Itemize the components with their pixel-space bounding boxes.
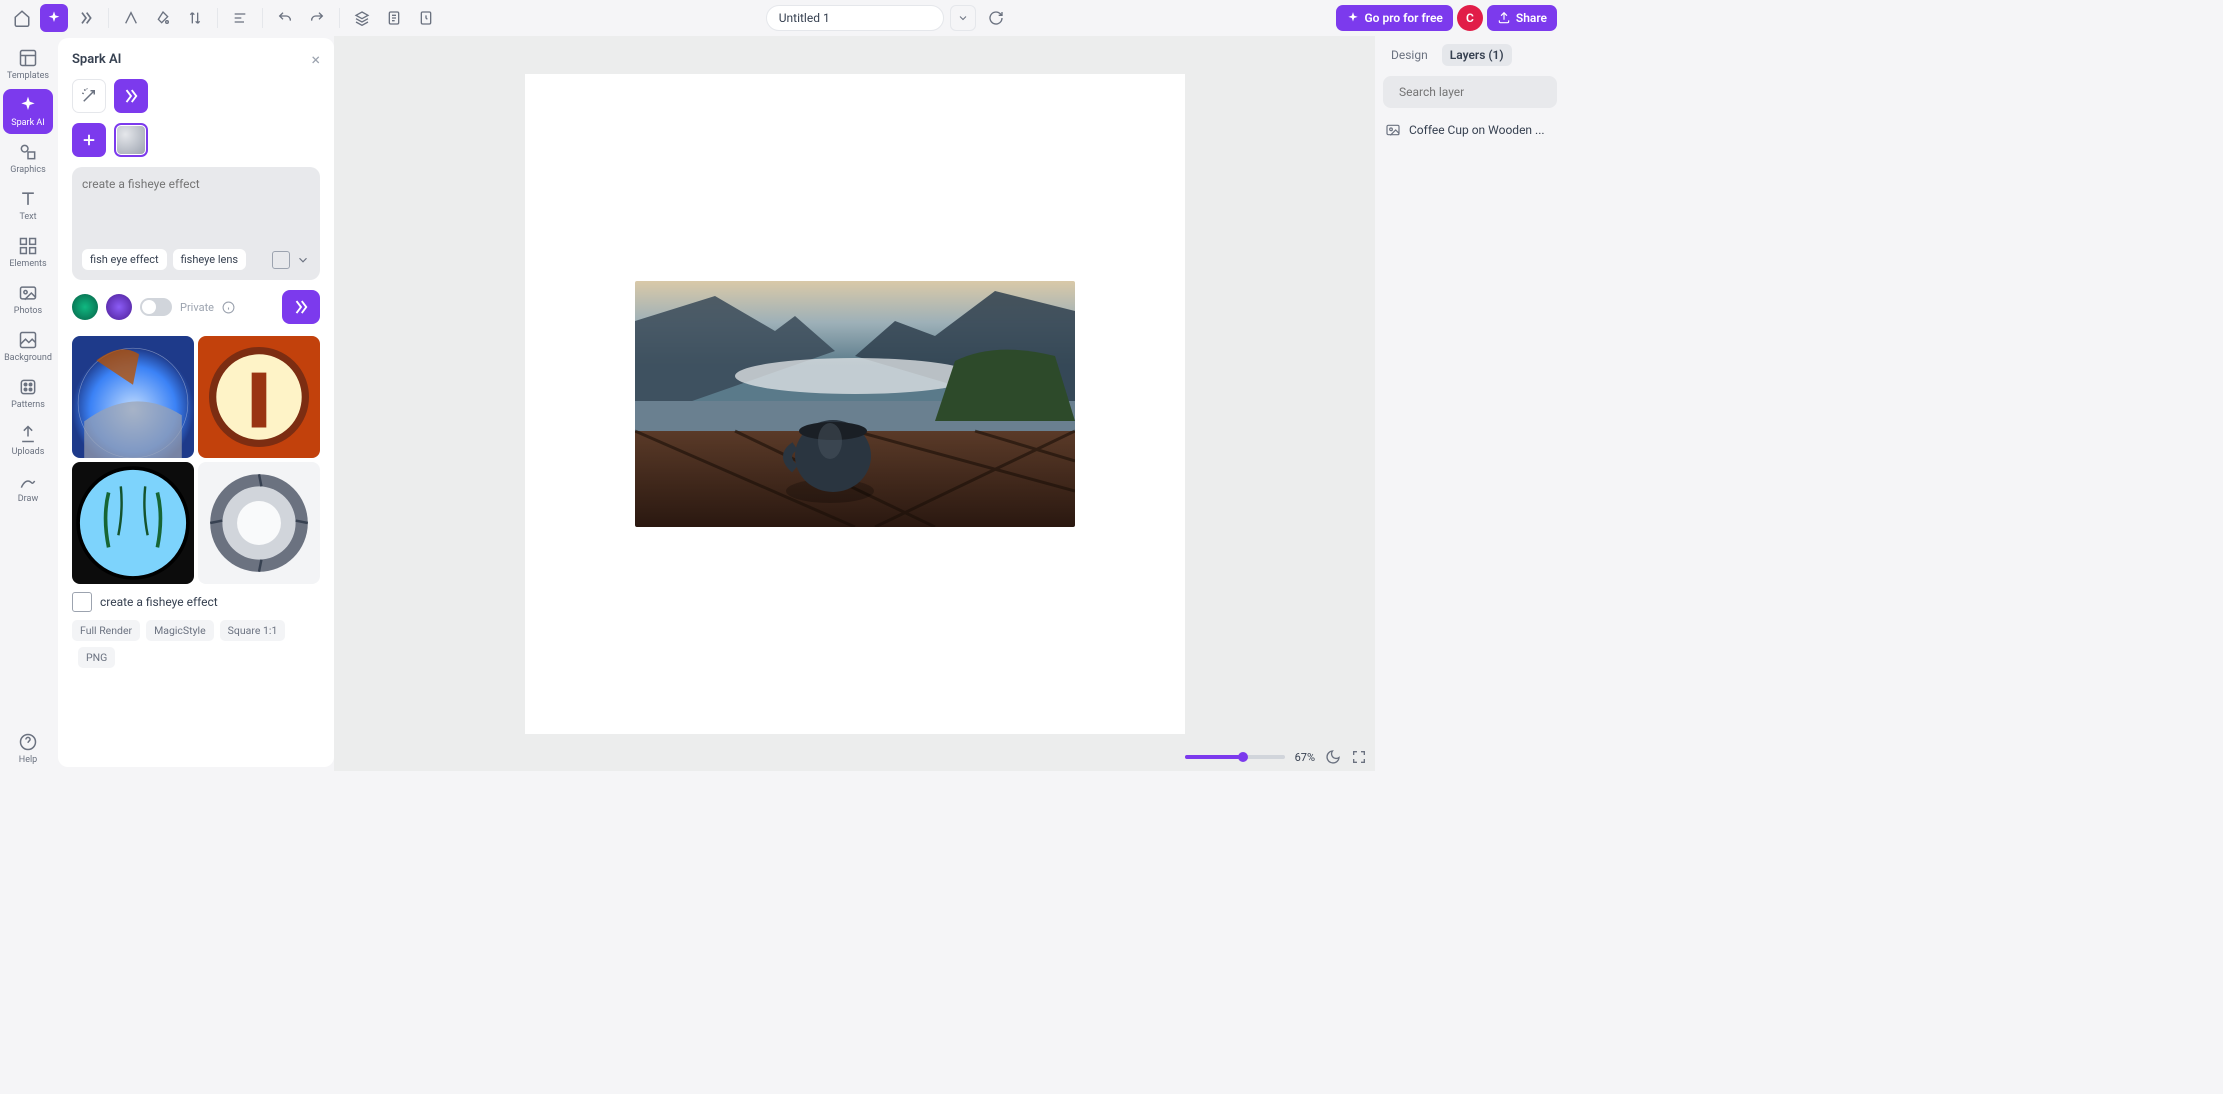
spark-panel: Spark AI × fish eye effect fisheye lens xyxy=(58,38,334,767)
result-tag[interactable]: PNG xyxy=(78,647,115,668)
forward-icon[interactable] xyxy=(72,4,100,32)
image-icon xyxy=(1385,122,1401,138)
divider xyxy=(339,8,340,28)
share-button[interactable]: Share xyxy=(1487,5,1557,31)
dark-mode-icon[interactable] xyxy=(1325,749,1341,765)
history-icon[interactable] xyxy=(412,4,440,32)
prompt-input[interactable] xyxy=(82,177,310,237)
document-title-input[interactable] xyxy=(766,5,944,31)
style-avatar-1[interactable] xyxy=(72,294,98,320)
result-thumbnail[interactable] xyxy=(198,336,320,458)
title-dropdown[interactable] xyxy=(950,5,976,31)
divider xyxy=(108,8,109,28)
layer-name: Coffee Cup on Wooden ... xyxy=(1409,123,1545,137)
chevron-down-icon[interactable] xyxy=(296,253,310,267)
private-toggle[interactable] xyxy=(140,298,172,316)
layer-search-input[interactable] xyxy=(1399,85,1555,99)
nav-text[interactable]: Text xyxy=(3,183,53,228)
go-pro-button[interactable]: Go pro for free xyxy=(1336,5,1453,31)
sync-icon[interactable] xyxy=(982,4,1010,32)
result-tag[interactable]: MagicStyle xyxy=(146,620,214,641)
tab-layers[interactable]: Layers (1) xyxy=(1442,44,1512,66)
nav-graphics[interactable]: Graphics xyxy=(3,136,53,181)
zoom-slider[interactable] xyxy=(1185,755,1285,759)
panel-title: Spark AI xyxy=(72,52,121,67)
result-tag[interactable]: Square 1:1 xyxy=(220,620,286,641)
document-title-wrap xyxy=(766,4,1010,32)
right-panel: Design Layers (1) Coffee Cup on Wooden .… xyxy=(1375,36,1565,771)
left-nav: Templates Spark AI Graphics Text Element… xyxy=(0,36,56,771)
result-tag[interactable]: Full Render xyxy=(72,620,140,641)
nav-elements[interactable]: Elements xyxy=(3,230,53,275)
reference-thumbnail[interactable] xyxy=(114,123,148,157)
suggestion-chip[interactable]: fisheye lens xyxy=(173,249,247,270)
nav-help[interactable]: Help xyxy=(3,726,53,771)
nav-draw[interactable]: Draw xyxy=(3,465,53,510)
magic-wand-button[interactable] xyxy=(72,79,106,113)
zoom-value: 67% xyxy=(1295,751,1315,764)
home-button[interactable] xyxy=(8,4,36,32)
canvas-page[interactable] xyxy=(525,74,1185,734)
go-pro-label: Go pro for free xyxy=(1365,11,1443,25)
user-avatar[interactable]: C xyxy=(1457,5,1483,31)
tag-row: Full Render MagicStyle Square 1:1 PNG xyxy=(72,620,320,668)
results-grid xyxy=(72,336,320,584)
vector-tool-icon[interactable] xyxy=(117,4,145,32)
result-caption: create a fisheye effect xyxy=(100,595,218,609)
result-thumbnail[interactable] xyxy=(72,462,194,584)
share-label: Share xyxy=(1516,11,1547,25)
aspect-ratio-button[interactable] xyxy=(272,251,290,269)
spark-toolbar-icon[interactable] xyxy=(40,4,68,32)
result-thumbnail[interactable] xyxy=(198,462,320,584)
nav-templates[interactable]: Templates xyxy=(3,42,53,87)
align-icon[interactable] xyxy=(226,4,254,32)
divider xyxy=(217,8,218,28)
generate-button[interactable] xyxy=(282,290,320,324)
undo-button[interactable] xyxy=(271,4,299,32)
tab-design[interactable]: Design xyxy=(1383,44,1436,66)
redo-button[interactable] xyxy=(303,4,331,32)
nav-uploads[interactable]: Uploads xyxy=(3,418,53,463)
nav-background[interactable]: Background xyxy=(3,324,53,369)
layer-item[interactable]: Coffee Cup on Wooden ... xyxy=(1383,118,1557,142)
divider xyxy=(262,8,263,28)
canvas-image[interactable] xyxy=(635,281,1075,527)
nav-photos[interactable]: Photos xyxy=(3,277,53,322)
suggestion-chip[interactable]: fish eye effect xyxy=(82,249,167,270)
main-area: Templates Spark AI Graphics Text Element… xyxy=(0,36,1565,771)
add-reference-button[interactable] xyxy=(72,123,106,157)
fullscreen-icon[interactable] xyxy=(1351,749,1367,765)
copy-prompt-icon[interactable] xyxy=(72,592,92,612)
canvas-area[interactable]: 67% xyxy=(334,36,1375,771)
top-toolbar: Go pro for free C Share xyxy=(0,0,1565,36)
prompt-box: fish eye effect fisheye lens xyxy=(72,167,320,280)
layers-icon[interactable] xyxy=(348,4,376,32)
nav-patterns[interactable]: Patterns xyxy=(3,371,53,416)
sort-icon[interactable] xyxy=(181,4,209,32)
zoom-controls: 67% xyxy=(1185,749,1367,765)
info-icon[interactable] xyxy=(222,301,235,314)
layer-search[interactable] xyxy=(1383,76,1557,108)
result-thumbnail[interactable] xyxy=(72,336,194,458)
private-label: Private xyxy=(180,301,214,314)
nav-spark-ai[interactable]: Spark AI xyxy=(3,89,53,134)
close-panel-button[interactable]: × xyxy=(311,50,320,69)
generate-mode-button[interactable] xyxy=(114,79,148,113)
notes-icon[interactable] xyxy=(380,4,408,32)
style-avatar-2[interactable] xyxy=(106,294,132,320)
paint-tool-icon[interactable] xyxy=(149,4,177,32)
